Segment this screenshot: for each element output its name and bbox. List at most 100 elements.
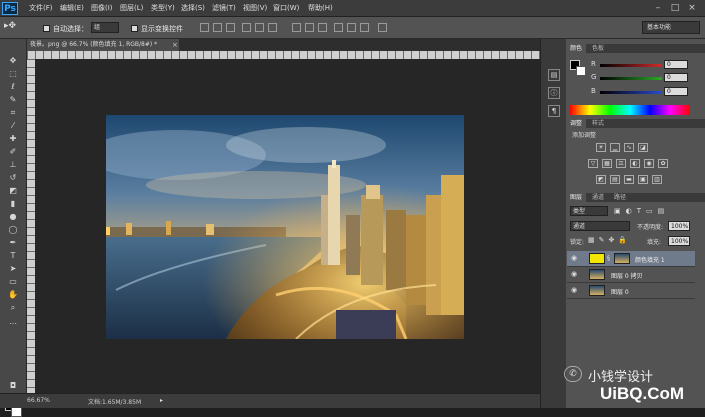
workspace-switcher[interactable]: 基本功能 [642,21,700,34]
brightness-adjust-icon[interactable]: ☀ [596,143,606,152]
pen-tool-icon[interactable]: ✒ [6,238,20,248]
menu-help[interactable]: 帮助(H) [308,3,333,13]
curves-adjust-icon[interactable]: ∿ [624,143,634,152]
posterize-adjust-icon[interactable]: ▤ [610,175,620,184]
layer-name[interactable]: 颜色填充 1 [635,255,665,264]
layer-kind-filter[interactable]: 类型 [570,206,608,216]
move-tool-preset-icon[interactable]: ▸✥ [4,21,24,34]
menu-edit[interactable]: 编辑(E) [60,3,84,13]
blue-slider[interactable] [600,91,662,94]
quick-mask-icon[interactable]: ◘ [6,381,20,391]
distribute-left-icon[interactable] [334,23,343,32]
lock-icons[interactable]: ▦✎✥🔒 [588,236,631,244]
menu-type[interactable]: 类型(Y) [151,3,175,13]
green-slider[interactable] [600,77,662,80]
green-value-input[interactable]: 0 [664,73,688,82]
close-window-button[interactable]: × [686,2,698,14]
exposure-adjust-icon[interactable]: ◪ [638,143,648,152]
distribute-bottom-icon[interactable] [318,23,327,32]
move-tool-icon[interactable]: ✥ [6,56,20,66]
blur-tool-icon[interactable]: ● [6,212,20,222]
menu-file[interactable]: 文件(F) [29,3,53,13]
healing-brush-tool-icon[interactable]: ✚ [6,134,20,144]
color-balance-adjust-icon[interactable]: ⚖ [616,159,626,168]
opacity-input[interactable]: 100% [668,221,690,231]
paragraph-panel-icon[interactable]: ¶ [548,105,560,117]
marquee-tool-icon[interactable]: ⬚ [6,69,20,79]
menu-filter[interactable]: 滤镜(T) [212,3,236,13]
quick-select-tool-icon[interactable]: ✎ [6,95,20,105]
shape-tool-icon[interactable]: ▭ [6,277,20,287]
eraser-tool-icon[interactable]: ◩ [6,186,20,196]
distribute-hcenter-icon[interactable] [347,23,356,32]
minimize-button[interactable]: – [652,2,664,14]
distribute-right-icon[interactable] [360,23,369,32]
menu-image[interactable]: 图像(I) [91,3,113,13]
channel-mixer-adjust-icon[interactable]: ✿ [658,159,668,168]
close-tab-icon[interactable]: × [172,39,180,51]
align-vcenter-icon[interactable] [213,23,222,32]
hand-tool-icon[interactable]: ✋ [6,290,20,300]
align-top-icon[interactable] [200,23,209,32]
dodge-tool-icon[interactable]: ◯ [6,225,20,235]
levels-adjust-icon[interactable]: ▁ [610,143,620,152]
visibility-eye-icon[interactable]: ◉ [571,271,579,278]
fill-input[interactable]: 100% [668,236,690,246]
document-tab[interactable]: 夜景。png @ 66.7% (颜色填充 1, RGB/8#) * [27,39,179,51]
visibility-eye-icon[interactable]: ◉ [571,255,579,262]
menu-layer[interactable]: 图层(L) [120,3,143,13]
extra-tools-icon[interactable]: ⋯ [6,319,20,329]
invert-adjust-icon[interactable]: ◩ [596,175,606,184]
distribute-vcenter-icon[interactable] [305,23,314,32]
tab-adjustments[interactable]: 调整 [566,119,587,128]
auto-align-icon[interactable] [378,23,387,32]
auto-select-dropdown[interactable]: 组 [91,22,119,33]
zoom-level[interactable]: 66.67% [27,397,50,404]
layer-name[interactable]: 图层 0 拷贝 [611,271,643,280]
brush-tool-icon[interactable]: ✐ [6,147,20,157]
layer-filter-icons[interactable]: ▣◐T▭▤ [614,206,694,216]
history-panel-icon[interactable]: ▤ [548,69,560,81]
hue-sat-adjust-icon[interactable]: ▦ [602,159,612,168]
layer-row[interactable]: ◉ 图层 0 [567,283,695,299]
eyedropper-tool-icon[interactable]: ⁄ [6,121,20,131]
red-slider[interactable] [600,64,662,67]
path-select-tool-icon[interactable]: ➤ [6,264,20,274]
visibility-eye-icon[interactable]: ◉ [571,287,579,294]
tab-channels[interactable]: 通道 [588,193,608,202]
layer-row[interactable]: ◉ 图层 0 拷贝 [567,267,695,283]
show-transform-checkbox[interactable] [131,25,138,32]
red-value-input[interactable]: 0 [664,60,688,69]
maximize-button[interactable]: □ [669,2,681,14]
document-image[interactable] [106,115,464,339]
align-bottom-icon[interactable] [226,23,235,32]
history-brush-tool-icon[interactable]: ↺ [6,173,20,183]
menu-view[interactable]: 视图(V) [243,3,267,13]
type-tool-icon[interactable]: T [6,251,20,261]
align-hcenter-icon[interactable] [255,23,264,32]
zoom-tool-icon[interactable]: ⌕ [6,303,20,313]
color-spectrum-bar[interactable] [570,105,690,115]
vibrance-adjust-icon[interactable]: ▽ [588,159,598,168]
tab-paths[interactable]: 路径 [610,193,630,202]
photo-filter-adjust-icon[interactable]: ◉ [644,159,654,168]
status-menu-arrow-icon[interactable]: ▸ [160,397,163,404]
clone-stamp-tool-icon[interactable]: ⊥ [6,160,20,170]
horizontal-ruler[interactable] [27,51,540,59]
bg-color-chip[interactable] [576,66,586,76]
threshold-adjust-icon[interactable]: ▬ [624,175,634,184]
tab-color[interactable]: 颜色 [566,44,587,53]
menu-window[interactable]: 窗口(W) [273,3,299,13]
properties-panel-icon[interactable]: ⓘ [548,87,560,99]
gradient-map-adjust-icon[interactable]: ▥ [652,175,662,184]
menu-select[interactable]: 选择(S) [181,3,205,13]
tab-swatches[interactable]: 色板 [588,44,608,53]
auto-select-checkbox[interactable] [43,25,50,32]
blend-mode-select[interactable]: 通道 [570,221,630,231]
align-left-icon[interactable] [242,23,251,32]
selective-color-adjust-icon[interactable]: ▣ [638,175,648,184]
align-right-icon[interactable] [268,23,277,32]
tab-styles[interactable]: 样式 [588,119,608,128]
vertical-ruler[interactable] [27,59,35,393]
lasso-tool-icon[interactable]: ℓ [6,82,20,92]
